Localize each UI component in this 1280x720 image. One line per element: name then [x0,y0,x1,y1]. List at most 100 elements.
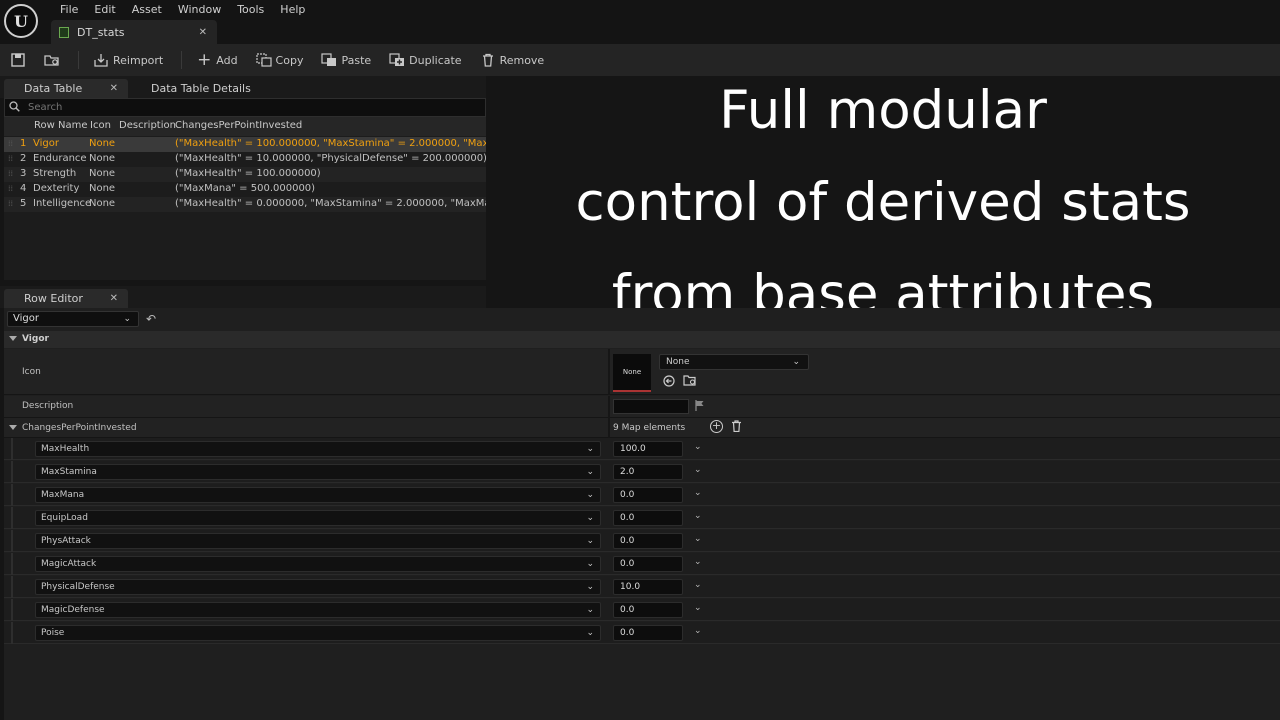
menu-window[interactable]: Window [170,3,229,17]
tab-row-editor[interactable]: Row Editor ✕ [4,289,128,308]
row-select-dropdown[interactable]: Vigor ⌄ [7,311,139,327]
menu-help[interactable]: Help [272,3,313,17]
browse-folder-icon[interactable] [683,374,697,389]
tab-data-table[interactable]: Data Table ✕ [4,79,128,98]
chevron-down-icon[interactable]: ⌄ [694,442,702,452]
column-divider [608,418,610,438]
table-row[interactable]: ⁞⁞ 4 Dexterity None ("MaxMana" = 500.000… [4,182,486,197]
drag-handle-icon[interactable]: ⁞⁞ [8,199,13,208]
map-value-input[interactable]: 0.0 [613,510,683,526]
map-value-input[interactable]: 0.0 [613,533,683,549]
copy-button[interactable]: Copy [255,52,303,68]
use-selected-icon[interactable] [663,375,675,390]
map-key-dropdown[interactable]: PhysicalDefense ⌄ [35,579,601,595]
property-label-description: Description [22,401,74,411]
column-header-row-name[interactable]: Row Name [34,120,87,131]
column-header-icon[interactable]: Icon [90,120,111,131]
close-icon[interactable]: ✕ [110,289,118,308]
browse-button[interactable] [44,52,60,68]
drag-handle-icon[interactable]: ⁞⁞ [8,169,13,178]
map-value-input[interactable]: 100.0 [613,441,683,457]
chevron-down-icon[interactable]: ⌄ [694,603,702,613]
map-value-input[interactable]: 0.0 [613,556,683,572]
map-key-dropdown[interactable]: MaxStamina ⌄ [35,464,601,480]
chevron-down-icon: ⌄ [586,628,594,638]
save-button[interactable] [10,52,26,68]
indent-guide [11,553,13,575]
map-key-dropdown[interactable]: PhysAttack ⌄ [35,533,601,549]
map-value-input[interactable]: 0.0 [613,625,683,641]
search-icon [9,100,20,115]
menu-asset[interactable]: Asset [124,3,170,17]
chevron-down-icon[interactable]: ⌄ [694,557,702,567]
column-header-changes[interactable]: ChangesPerPointInvested [175,120,302,131]
table-row[interactable]: ⁞⁞ 2 Endurance None ("MaxHealth" = 10.00… [4,152,486,167]
chevron-down-icon[interactable]: ⌄ [694,511,702,521]
drag-handle-icon[interactable]: ⁞⁞ [8,139,13,148]
category-vigor[interactable]: Vigor [4,331,1280,348]
map-key-value: MaxMana [41,490,85,500]
tab-data-table-details[interactable]: Data Table Details [131,79,271,98]
table-header: Row Name Icon Description ChangesPerPoin… [4,117,486,136]
map-value-input[interactable]: 10.0 [613,579,683,595]
chevron-down-icon: ⌄ [586,513,594,523]
icon-asset-picker[interactable]: None ⌄ [659,354,809,370]
trash-icon[interactable] [731,420,742,435]
map-key-dropdown[interactable]: MagicAttack ⌄ [35,556,601,572]
chevron-down-icon[interactable]: ⌄ [694,626,702,636]
map-value-input[interactable]: 0.0 [613,602,683,618]
flag-icon[interactable] [695,400,705,414]
table-row[interactable]: ⁞⁞ 5 Intelligence None ("MaxHealth" = 0.… [4,197,486,212]
menu-edit[interactable]: Edit [86,3,123,17]
unreal-logo-icon[interactable]: U [4,4,38,38]
chevron-down-icon: ⌄ [586,490,594,500]
chevron-down-icon[interactable]: ⌄ [694,488,702,498]
table-row[interactable]: ⁞⁞ 3 Strength None ("MaxHealth" = 100.00… [4,167,486,182]
duplicate-button[interactable]: Duplicate [389,52,462,68]
close-icon[interactable]: ✕ [110,79,118,98]
map-key-dropdown[interactable]: MaxHealth ⌄ [35,441,601,457]
chevron-down-icon[interactable]: ⌄ [694,465,702,475]
indent-guide [11,599,13,621]
description-input[interactable] [613,399,689,414]
icon-thumbnail[interactable]: None [613,354,651,392]
chevron-down-icon: ⌄ [586,582,594,592]
chevron-down-icon[interactable]: ⌄ [694,534,702,544]
search-input[interactable] [28,102,328,113]
reset-arrow-icon[interactable]: ↶ [146,312,156,326]
map-entry: PhysAttack ⌄ 0.0 ⌄ [4,530,1280,552]
close-icon[interactable]: ✕ [199,27,207,38]
folder-search-icon [44,52,60,68]
paste-button[interactable]: Paste [321,52,371,68]
map-key-dropdown[interactable]: MaxMana ⌄ [35,487,601,503]
drag-handle-icon[interactable]: ⁞⁞ [8,184,13,193]
duplicate-label: Duplicate [409,53,462,67]
map-key-value: MaxStamina [41,467,97,477]
remove-button[interactable]: Remove [480,52,544,68]
table-row[interactable]: ⁞⁞ 1 Vigor None ("MaxHealth" = 100.00000… [4,137,486,152]
menu-file[interactable]: File [52,3,86,17]
column-divider [608,349,610,395]
category-label: Vigor [22,334,49,344]
chevron-down-icon[interactable]: ⌄ [694,580,702,590]
reimport-button[interactable]: Reimport [93,52,163,68]
map-value-input[interactable]: 0.0 [613,487,683,503]
map-entry: MaxHealth ⌄ 100.0 ⌄ [4,438,1280,460]
map-key-dropdown[interactable]: EquipLoad ⌄ [35,510,601,526]
menu-tools[interactable]: Tools [229,3,272,17]
add-element-button[interactable]: + [710,420,723,433]
indent-guide [11,622,13,644]
map-key-dropdown[interactable]: MagicDefense ⌄ [35,602,601,618]
map-value-input[interactable]: 2.0 [613,464,683,480]
drag-handle-icon[interactable]: ⁞⁞ [8,154,13,163]
add-label: Add [216,53,238,67]
add-row-button[interactable]: + Add [196,50,238,70]
toolbar-divider [181,51,183,69]
column-header-description[interactable]: Description [119,120,176,131]
indent-guide [11,530,13,552]
map-key-dropdown[interactable]: Poise ⌄ [35,625,601,641]
plus-icon: + [197,50,212,70]
main-menu: File Edit Asset Window Tools Help [52,3,313,17]
map-key-value: PhysicalDefense [41,582,115,592]
document-tab[interactable]: DT_stats ✕ [51,20,217,44]
